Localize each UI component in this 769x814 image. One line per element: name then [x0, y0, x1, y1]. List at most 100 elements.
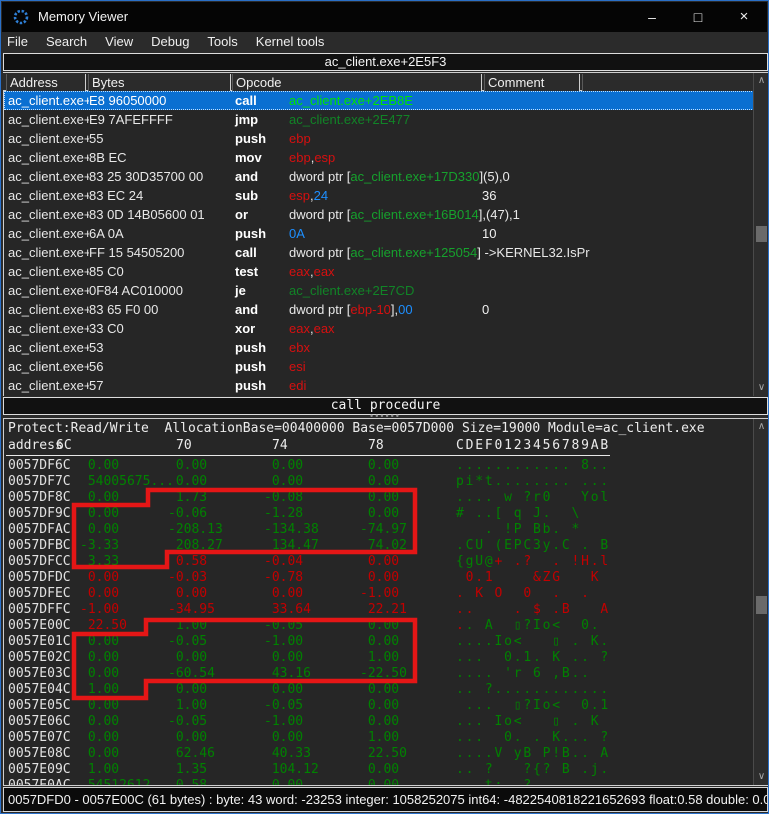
column-header-address[interactable]: Address — [6, 74, 86, 91]
memory-row[interactable]: 0057E01C 0.00-0.05-1.00 0.00....Io< ▯ . … — [4, 634, 754, 650]
instruction-bytes: 56 — [89, 357, 231, 376]
memory-row[interactable]: 0057E07C 0.00 0.00 0.00 1.00... 0. . K..… — [4, 730, 754, 746]
disassembly-row[interactable]: ac_client.exe+E8 96050000callac_client.e… — [4, 91, 754, 110]
memory-ascii: .... 'r 6 ,B.. — [456, 666, 591, 682]
operand-segment: dword ptr [ — [289, 207, 350, 222]
instruction-bytes: 33 C0 — [89, 319, 231, 338]
disassembly-row[interactable]: ac_client.exe+57pushedi — [4, 376, 754, 395]
disassembly-row[interactable]: ac_client.exe+55pushebp — [4, 129, 754, 148]
memory-value: 0.00 — [80, 586, 119, 602]
memory-value: 0.00 — [360, 762, 399, 778]
memory-row[interactable]: 0057DFDC 0.00-0.03-0.78 0.00 0.1 &ZG K — [4, 570, 754, 586]
scrollbar-thumb[interactable] — [756, 226, 767, 242]
column-header-comment[interactable]: Comment — [484, 74, 580, 91]
menu-item-tools[interactable]: Tools — [198, 32, 246, 51]
disassembly-row[interactable]: ac_client.exe+6A 0Apush0A10 — [4, 224, 754, 243]
menu-item-debug[interactable]: Debug — [142, 32, 198, 51]
memory-row[interactable]: 0057E09C 1.00 1.35 104.12 0.00.. ? ?{? B… — [4, 762, 754, 778]
memory-row[interactable]: 0057DFFC-1.00-34.95 33.64 22.21.. . $ .B… — [4, 602, 754, 618]
column-header-opcode[interactable]: Opcode — [232, 74, 482, 91]
instruction-operands: dword ptr [ac_client.exe+17D330](5),0 — [289, 167, 510, 186]
disassembly-row[interactable]: ac_client.exe+83 65 F0 00anddword ptr [e… — [4, 300, 754, 319]
memory-value: 0.00 — [360, 506, 399, 522]
close-button[interactable]: × — [721, 2, 767, 32]
memory-row[interactable]: 0057E02C 0.00 0.00 0.00 1.00... 0.1. K .… — [4, 650, 754, 666]
disassembler-scrollbar[interactable]: ∧ ∨ — [753, 73, 768, 396]
memory-value: -134.38 — [264, 522, 319, 538]
memory-hex-view: Protect:Read/Write AllocationBase=004000… — [3, 418, 768, 786]
menu-item-view[interactable]: View — [96, 32, 142, 51]
instruction-mnemonic: and — [235, 167, 258, 186]
status-bar: 0057DFD0 - 0057E00C (61 bytes) : byte: 4… — [3, 787, 768, 812]
memory-row[interactable]: 0057DF8C 0.00 1.73-0.08 0.00.... w ?r0 Y… — [4, 490, 754, 506]
memory-row[interactable]: 0057DF7C 54005675... 0.00 0.00 0.00pi*t.… — [4, 474, 754, 490]
scroll-up-icon[interactable]: ∧ — [754, 73, 769, 89]
operand-segment: ac_client.exe+2EB8E — [289, 93, 413, 108]
memory-value: -34.95 — [168, 602, 215, 618]
disassembly-row[interactable]: ac_client.exe+85 C0testeax,eax — [4, 262, 754, 281]
memory-address: 0057E0AC — [8, 778, 71, 786]
memory-ascii: . !P Bb. * — [456, 522, 581, 538]
memory-address: 0057E05C — [8, 698, 71, 714]
disassembly-row[interactable]: ac_client.exe+FF 15 54505200calldword pt… — [4, 243, 754, 262]
memory-value: 54512612... — [80, 778, 174, 786]
memory-row[interactable]: 0057E08C 0.00 62.46 40.33 22.50....V yB … — [4, 746, 754, 762]
operand-segment: eax — [314, 264, 335, 279]
scroll-down-icon[interactable]: ∨ — [754, 380, 769, 396]
memory-value: 0.00 — [360, 554, 399, 570]
instruction-operands: ebp — [289, 129, 311, 148]
memory-row[interactable]: 0057E00C 22.50 1.00-0.05 0.00.. A ▯?Io< … — [4, 618, 754, 634]
memory-address: 0057DFFC — [8, 602, 71, 618]
column-header-blank[interactable] — [582, 74, 755, 91]
memory-value: 0.00 — [80, 714, 119, 730]
memory-row[interactable]: 0057E06C 0.00-0.05-1.00 0.00... Io< ▯ . … — [4, 714, 754, 730]
scroll-down-icon[interactable]: ∨ — [754, 769, 769, 785]
disassembly-row[interactable]: ac_client.exe+83 25 30D35700 00anddword … — [4, 167, 754, 186]
minimize-button[interactable]: – — [629, 2, 675, 32]
memory-scrollbar[interactable]: ∧ ∨ — [753, 419, 768, 785]
disassembly-row[interactable]: ac_client.exe+83 0D 14B05600 01ordword p… — [4, 205, 754, 224]
instruction-mnemonic: or — [235, 205, 248, 224]
instruction-mnemonic: sub — [235, 186, 258, 205]
memory-value: 0.00 — [80, 730, 119, 746]
memory-value: 0.00 — [360, 618, 399, 634]
disassembly-row[interactable]: ac_client.exe+0F84 AC010000jeac_client.e… — [4, 281, 754, 300]
memory-row[interactable]: 0057E04C 1.00 0.00 0.00 0.00.. ?........… — [4, 682, 754, 698]
scroll-up-icon[interactable]: ∧ — [754, 419, 769, 435]
memory-value: 1.00 — [168, 618, 207, 634]
disassembly-row[interactable]: ac_client.exe+56pushesi — [4, 357, 754, 376]
disassembly-row[interactable]: ac_client.exe+33 C0xoreax,eax — [4, 319, 754, 338]
memory-row[interactable]: 0057DF9C 0.00-0.06-1.28 0.00# ..[ q J. \ — [4, 506, 754, 522]
menu-item-file[interactable]: File — [2, 32, 37, 51]
disassembly-row[interactable]: ac_client.exe+8B ECmovebp,esp — [4, 148, 754, 167]
column-header-bytes[interactable]: Bytes — [88, 74, 231, 91]
memory-ascii: ... Io< ▯ . K — [456, 714, 600, 730]
memory-value: 3.33 — [80, 554, 119, 570]
memory-row[interactable]: 0057DFCC 3.33 0.58-0.04 0.00{gU@+ .? . !… — [4, 554, 754, 570]
memory-value: 134.47 — [264, 538, 319, 554]
memory-address: 0057DF6C — [8, 458, 71, 474]
scrollbar-thumb[interactable] — [756, 596, 767, 614]
menu-item-kernel-tools[interactable]: Kernel tools — [247, 32, 334, 51]
memory-row[interactable]: 0057DFAC 0.00-208.13-134.38-74.97 . !P B… — [4, 522, 754, 538]
memory-value: 0.00 — [360, 458, 399, 474]
memory-row[interactable]: 0057E0AC 54512612... 0.58 0.00 0.00 ..t:… — [4, 778, 754, 786]
disassembly-row[interactable]: ac_client.exe+E9 7AFEFFFFjmpac_client.ex… — [4, 110, 754, 129]
disassembly-row[interactable]: ac_client.exe+83 EC 24subesp,2436 — [4, 186, 754, 205]
instruction-mnemonic: and — [235, 300, 258, 319]
operand-segment: edi — [289, 378, 306, 393]
instruction-address: ac_client.exe+ — [8, 319, 89, 338]
memory-row[interactable]: 0057E03C 0.00-60.54 43.16-22.50.... 'r 6… — [4, 666, 754, 682]
menu-item-search[interactable]: Search — [37, 32, 96, 51]
operand-segment: ],(47),1 — [479, 207, 520, 222]
memory-value: 0.00 — [168, 682, 207, 698]
title-bar: Memory Viewer – □ × — [2, 2, 767, 32]
memory-address: 0057E06C — [8, 714, 71, 730]
memory-row[interactable]: 0057DFBC-3.33 208.27 134.47 74.02.CU (EP… — [4, 538, 754, 554]
maximize-button[interactable]: □ — [675, 2, 721, 32]
memory-row[interactable]: 0057DFEC 0.00 0.00 0.00-1.00. K O 0 . . — [4, 586, 754, 602]
disassembly-row[interactable]: ac_client.exe+53pushebx — [4, 338, 754, 357]
memory-row[interactable]: 0057E05C 0.00 1.00-0.05 0.00 ... ▯?Io< 0… — [4, 698, 754, 714]
memory-row[interactable]: 0057DF6C 0.00 0.00 0.00 0.00............… — [4, 458, 754, 474]
operand-segment: dword ptr [ — [289, 245, 350, 260]
